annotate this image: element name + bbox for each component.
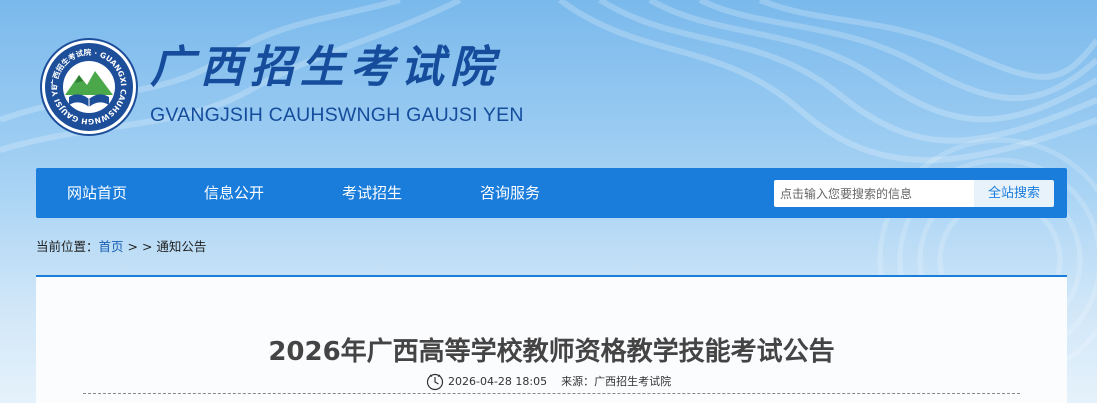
search-input[interactable]	[774, 180, 974, 207]
title-dashed-divider	[83, 393, 1020, 394]
breadcrumb-separator: > >	[123, 239, 157, 254]
article-meta: 2026-04-28 18:05 来源：广西招生考试院	[426, 372, 671, 392]
site-search-button[interactable]: 全站搜索	[974, 180, 1054, 207]
site-title: 广西招生考试院	[150, 42, 500, 93]
article-panel: 2026年广西高等学校教师资格教学技能考试公告 2026-04-28 18:05…	[36, 277, 1067, 403]
breadcrumb: 当前位置：首页 > > 通知公告	[36, 238, 206, 256]
article-title: 2026年广西高等学校教师资格教学技能考试公告	[268, 337, 835, 367]
main-navbar: 网站首页 信息公开 考试招生 咨询服务 全站搜索	[36, 168, 1067, 218]
nav-item-exam-admission[interactable]: 考试招生	[342, 168, 402, 218]
breadcrumb-current: 通知公告	[156, 239, 207, 254]
site-logo[interactable]: 广西招生考试院 · GUANGXI CAUHSWNGH GAUJSI YEN	[42, 40, 136, 134]
nav-item-home[interactable]: 网站首页	[67, 168, 127, 218]
clock-icon	[426, 373, 444, 391]
breadcrumb-home-link[interactable]: 首页	[99, 239, 124, 254]
article-datetime: 2026-04-28 18:05	[448, 375, 548, 388]
nav-item-info-disclosure[interactable]: 信息公开	[204, 168, 264, 218]
nav-item-consulting-service[interactable]: 咨询服务	[480, 168, 540, 218]
logo-emblem	[63, 61, 115, 113]
site-subtitle: GVANGJSIH CAUHSWNGH GAUJSI YEN	[150, 104, 524, 126]
article-source: 来源：广西招生考试院	[561, 375, 672, 388]
mountain-book-icon	[65, 71, 113, 107]
breadcrumb-prefix: 当前位置：	[36, 239, 99, 254]
